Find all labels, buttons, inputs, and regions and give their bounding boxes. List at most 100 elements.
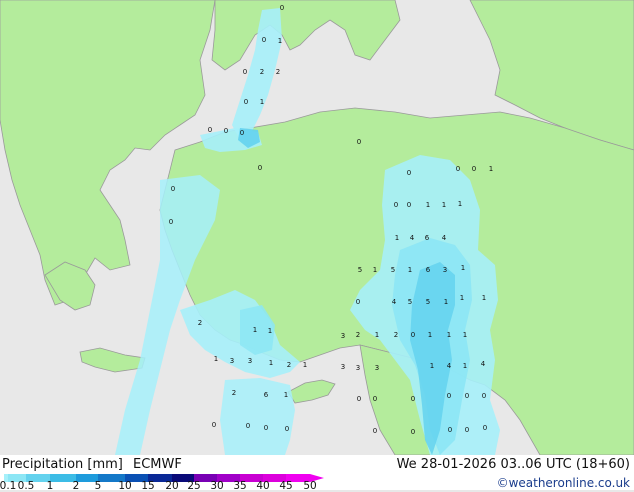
map-value-label: 0 [411, 395, 415, 403]
scale-tick-label: 0.1 [0, 480, 17, 492]
map-value-label: 0 [224, 127, 228, 135]
scale-tick-label: 5 [94, 480, 102, 492]
map-value-label: 1 [395, 234, 399, 242]
map-value-label: 3 [375, 364, 379, 372]
map-value-label: 0 [240, 129, 244, 137]
map-value-label: 0 [447, 392, 451, 400]
map-value-label: 3 [443, 266, 447, 274]
map-value-label: 2 [394, 331, 398, 339]
map-value-label: 1 [482, 294, 486, 302]
map-value-label: 0 [356, 298, 360, 306]
map-value-label: 1 [303, 361, 307, 369]
map-value-label: 3 [248, 357, 252, 365]
map-value-label: 0 [280, 4, 284, 12]
map-value-label: 0 [407, 169, 411, 177]
map-value-label: 4 [392, 298, 397, 306]
map-value-label: 0 [482, 392, 486, 400]
map-value-label: 5 [426, 298, 430, 306]
map-value-label: 4 [442, 234, 447, 242]
map-value-label: 1 [489, 165, 493, 173]
model-name: ECMWF [133, 457, 182, 472]
scale-tick-label: 15 [141, 480, 155, 492]
scale-tick-label: 2 [72, 480, 80, 492]
map-value-label: 2 [276, 68, 280, 76]
map-value-label: 0 [456, 165, 460, 173]
map-value-label: 0 [244, 98, 248, 106]
scale-tick-label: 35 [233, 480, 247, 492]
map-value-label: 0 [285, 425, 289, 433]
copyright-text: ©weatheronline.co.uk [496, 476, 630, 490]
map-value-label: 0 [169, 218, 173, 226]
scale-tick-label: 20 [165, 480, 179, 492]
map-value-label: 0 [407, 201, 411, 209]
map-value-label: 1 [458, 200, 462, 208]
map-value-label: 1 [442, 201, 446, 209]
map-value-label: 0 [465, 392, 469, 400]
map-value-label: 1 [430, 362, 434, 370]
map-value-label: 1 [444, 298, 448, 306]
map-value-label: 3 [356, 364, 360, 372]
map-value-label: 1 [269, 359, 273, 367]
map-value-label: 3 [341, 363, 345, 371]
map-value-label: 1 [463, 331, 467, 339]
map-value-label: 4 [481, 360, 486, 368]
map-value-label: 3 [230, 357, 234, 365]
map-value-label: 1 [461, 264, 465, 272]
map-value-label: 0 [472, 165, 476, 173]
scale-tick-label: 45 [279, 480, 293, 492]
map-value-label: 1 [284, 391, 288, 399]
map-value-label: 0 [373, 427, 377, 435]
map-value-label: 1 [253, 326, 257, 334]
map-value-label: 4 [447, 362, 452, 370]
legend-bar: Precipitation [mm] ECMWF We 28-01-2026 0… [0, 455, 634, 492]
map-value-label: 1 [428, 331, 432, 339]
map-value-label: 0 [357, 395, 361, 403]
map-value-label: 1 [214, 355, 218, 363]
map-value-label: 0 [262, 36, 266, 44]
map-value-label: 2 [232, 389, 236, 397]
scale-tick-label: 40 [256, 480, 270, 492]
map-value-label: 2 [287, 361, 291, 369]
map-value-label: 0 [465, 426, 469, 434]
map-value-label: 0 [258, 164, 262, 172]
map-value-label: 6 [264, 391, 269, 399]
map-value-label: 5 [358, 266, 362, 274]
valid-time: We 28-01-2026 03..06 UTC (18+60) [396, 457, 630, 472]
scale-tick-label: 50 [303, 480, 317, 492]
scale-tick-label: 1 [46, 480, 54, 492]
map-value-label: 0 [264, 424, 268, 432]
scale-tick-label: 30 [210, 480, 224, 492]
map-value-label: 1 [268, 327, 272, 335]
map-value-label: 0 [208, 126, 212, 134]
legend-title: Precipitation [mm] ECMWF [2, 457, 182, 472]
map-value-label: 6 [426, 266, 431, 274]
scale-tick-label: 25 [187, 480, 201, 492]
map-value-label: 1 [463, 362, 467, 370]
map-value-label: 0 [212, 421, 216, 429]
map-value-label: 1 [460, 294, 464, 302]
map-value-label: 0 [411, 331, 415, 339]
map-value-label: 6 [425, 234, 430, 242]
map-value-label: 2 [356, 331, 360, 339]
map-value-label: 5 [391, 266, 395, 274]
map-value-label: 0 [394, 201, 398, 209]
map-value-label: 0 [411, 428, 415, 436]
map-value-label: 0 [483, 424, 487, 432]
map-value-label: 4 [410, 234, 415, 242]
map-value-label: 0 [373, 395, 377, 403]
map-value-label: 2 [260, 68, 264, 76]
map-value-label: 1 [408, 266, 412, 274]
map-value-label: 0 [448, 426, 452, 434]
map-value-label: 1 [426, 201, 430, 209]
map-value-label: 1 [373, 266, 377, 274]
map-value-label: 1 [447, 331, 451, 339]
scale-tick-label: 0.5 [17, 480, 35, 492]
map-value-label: 1 [278, 37, 282, 45]
map-value-label: 0 [243, 68, 247, 76]
map-value-label: 0 [246, 422, 250, 430]
map-value-label: 5 [408, 298, 412, 306]
map-value-label: 3 [341, 332, 345, 340]
map-value-label: 2 [198, 319, 202, 327]
map-value-label: 1 [375, 331, 379, 339]
scale-tick-label: 10 [118, 480, 132, 492]
